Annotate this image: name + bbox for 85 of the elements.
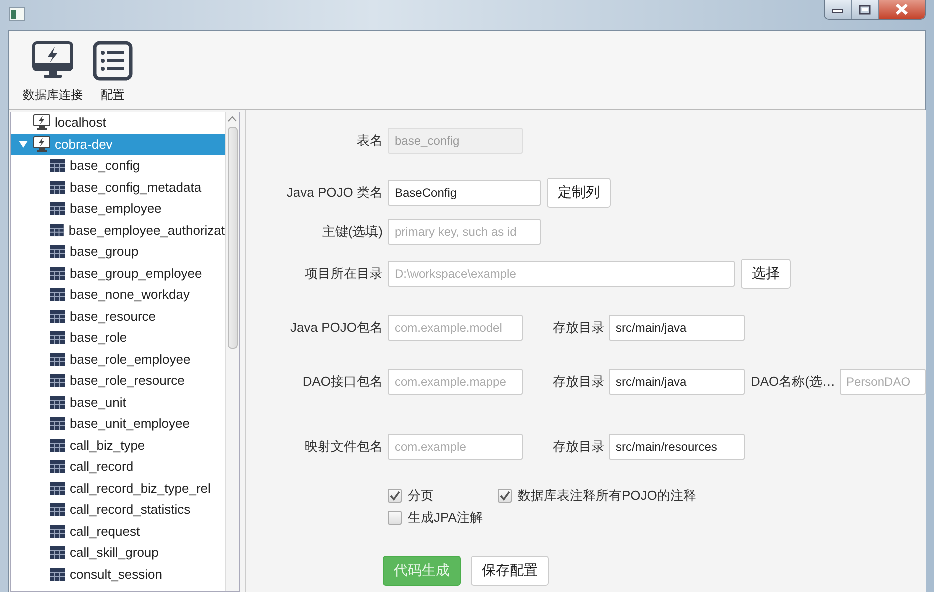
form-button[interactable]: 选择 [741,259,791,289]
settings-button[interactable]: 配置 [93,31,133,109]
connection-button[interactable]: 数据库连接 [23,31,83,109]
table-item[interactable]: base_group [11,241,225,262]
input-field[interactable]: PersonDAO [840,369,926,395]
table-item[interactable]: base_role [11,327,225,348]
table-icon [50,331,65,344]
table-icon [50,266,65,280]
table-item[interactable]: base_employee_authorizat [11,220,225,241]
table-icon [50,524,65,538]
table-item[interactable]: base_group_employee [11,262,225,284]
checkbox-label: 生成JPA注解 [408,509,483,527]
checkbox-label: 分页 [408,487,434,505]
table-item[interactable]: base_employee [11,198,225,220]
table-icon [50,374,65,388]
table-icon [50,202,65,216]
table-icon [50,159,65,172]
input-field[interactable]: BaseConfig [388,180,541,206]
maximize-button[interactable] [852,0,879,19]
list-icon [93,41,133,81]
input-field[interactable]: primary key, such as id [388,219,541,245]
close-button[interactable] [879,0,925,19]
table-item[interactable]: base_config [11,155,225,176]
input-field[interactable]: src/main/java [609,315,745,341]
table-item[interactable]: call_skill_group [11,542,225,564]
monitor-icon [32,41,74,81]
field-label: 项目所在目录 [304,265,383,283]
table-item[interactable]: base_role_resource [11,370,225,392]
table-item[interactable]: base_config_metadata [11,176,225,198]
table-icon [50,352,65,366]
table-item[interactable]: consult_session [11,564,225,585]
table-icon [50,417,65,430]
field-label: 存放目录 [553,438,605,456]
scroll-up-icon[interactable] [228,116,237,122]
table-item[interactable]: call_record_statistics [11,499,225,520]
table-icon [50,546,65,560]
table-icon [50,180,65,194]
input-field[interactable]: D:\workspace\example [388,261,735,287]
maximize-icon [859,4,871,14]
table-item[interactable]: call_record_biz_type_rel [11,478,225,499]
table-item[interactable]: base_role_employee [11,348,225,370]
field-label: Java POJO 类名 [286,184,383,202]
table-item[interactable]: call_record [11,456,225,478]
database-server-icon [33,136,51,153]
table-item[interactable]: base_unit [11,392,225,413]
input-field[interactable]: com.example.model [388,315,523,341]
table-icon [50,310,65,323]
checkbox[interactable] [388,511,402,525]
table-icon [50,245,65,258]
table-icon [50,438,65,452]
form-button[interactable]: 定制列 [547,178,611,208]
table-icon [50,482,65,495]
input-field[interactable]: com.example [388,434,523,460]
close-icon [895,4,909,15]
field-label: 存放目录 [553,319,605,337]
table-icon [50,288,65,302]
scrollbar[interactable] [225,112,239,591]
table-icon [50,396,65,409]
field-label: 主键(选填) [321,223,383,241]
table-item[interactable]: base_none_workday [11,284,225,306]
save-button[interactable]: 保存配置 [471,556,549,586]
table-icon [50,224,64,237]
table-icon [50,503,65,516]
table-icon [50,568,65,581]
checkbox[interactable] [388,489,402,503]
field-label: DAO接口包名 [302,373,383,391]
table-item[interactable]: call_request [11,520,225,542]
field-label: Java POJO包名 [290,319,383,337]
table-icon [50,460,65,474]
app-icon [9,7,25,21]
input-field[interactable]: src/main/java [609,369,745,395]
tree-item[interactable]: localhost [11,112,225,134]
table-item[interactable]: base_unit_employee [11,413,225,434]
field-label: 映射文件包名 [304,438,383,456]
field-label: 表名 [356,132,383,150]
checkbox-label: 数据库表注释所有POJO的注释 [518,487,696,505]
table-item[interactable]: call_biz_type [11,434,225,456]
input-field[interactable]: com.example.mappe [388,369,523,395]
input-field[interactable]: src/main/resources [609,434,745,460]
field-label: 存放目录 [553,373,605,391]
table-item[interactable]: base_resource [11,306,225,327]
checkbox[interactable] [498,489,512,503]
expanded-arrow-icon[interactable] [19,140,28,149]
field-label: DAO名称(选… [751,373,836,391]
minimize-button[interactable] [825,0,852,19]
